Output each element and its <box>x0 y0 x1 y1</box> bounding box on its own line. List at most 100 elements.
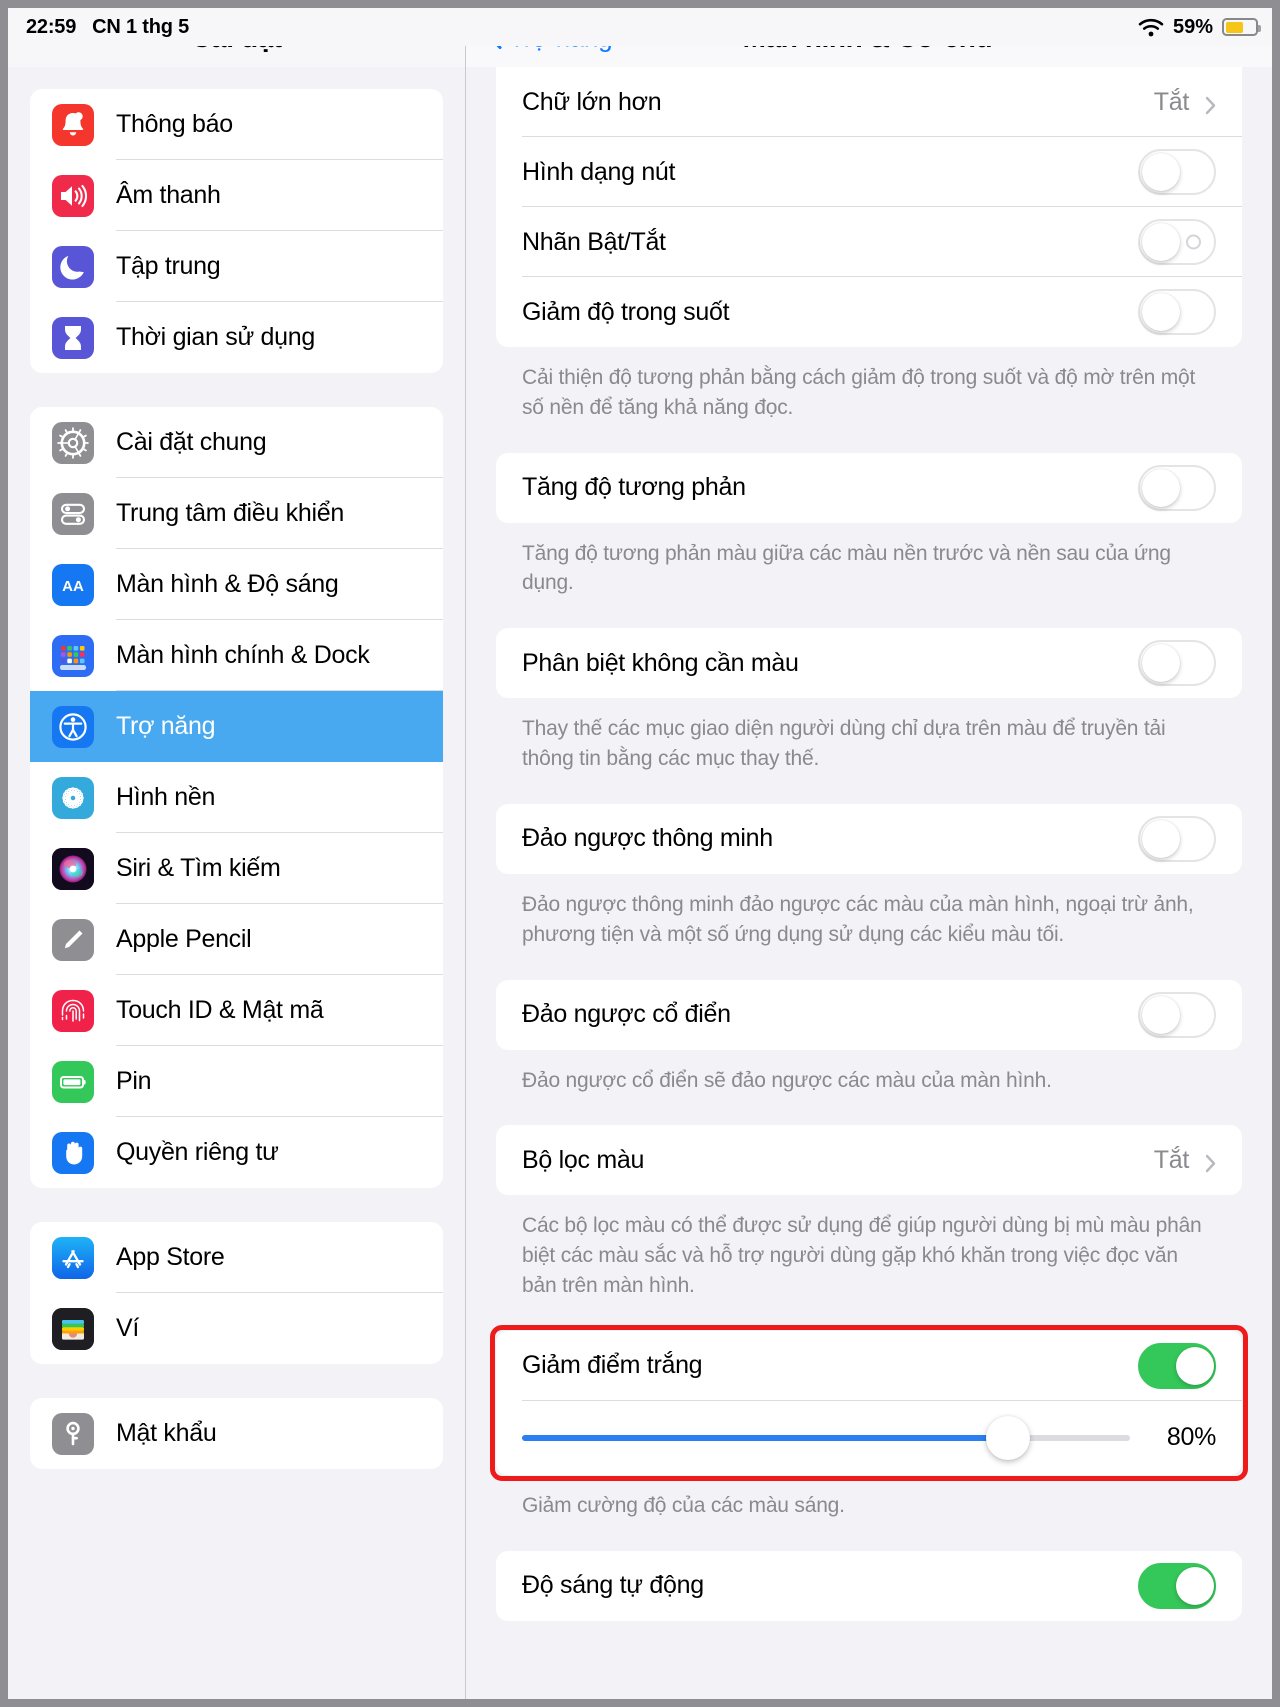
setting-row-increase-contrast[interactable]: Tăng độ tương phản <box>496 453 1242 523</box>
sidebar-item-label: Touch ID & Mật mã <box>116 996 324 1024</box>
toggle-reduce-transparency[interactable] <box>1138 289 1216 335</box>
sidebar-item-app-store[interactable]: App Store <box>30 1222 443 1293</box>
settings-group: Đảo ngược cổ điển <box>496 979 1242 1050</box>
setting-row-classic-invert[interactable]: Đảo ngược cổ điển <box>496 980 1242 1050</box>
white-point-value: 80% <box>1166 1423 1216 1452</box>
sidebar-item-label: Thời gian sử dụng <box>116 323 315 351</box>
setting-footnote: Cải thiện độ tương phản bằng cách giảm đ… <box>522 366 1196 419</box>
setting-value-text: Tắt <box>1153 87 1190 116</box>
setting-row-diff-without-color[interactable]: Phân biệt không cần màu <box>496 628 1242 698</box>
switch-knob <box>1142 995 1180 1034</box>
switch-knob <box>1142 468 1180 507</box>
setting-label: Đảo ngược thông minh <box>522 824 773 853</box>
sidebar-scroll-area[interactable]: Thông báo Âm thanh Tập trung Thời gian sử d… <box>8 67 465 1699</box>
setting-label: Hình dạng nút <box>522 157 676 186</box>
sidebar-group: Mật khẩu <box>30 1398 443 1469</box>
sidebar-item-trung-t-m-i-u-khi-n[interactable]: Trung tâm điều khiển <box>30 478 443 549</box>
sidebar-item-quy-n-ri-ng-t[interactable]: Quyền riêng tư <box>30 1117 443 1188</box>
status-date: CN 1 thg 5 <box>92 15 190 38</box>
switch-knob <box>1142 153 1180 191</box>
privacy-hand-icon <box>52 1131 94 1174</box>
sidebar-item-label: Ví <box>116 1314 140 1342</box>
sidebar-item-label: Trợ năng <box>116 712 216 740</box>
switch-knob <box>1176 1566 1214 1605</box>
setting-row-reduce-transparency[interactable]: Giảm độ trong suốt <box>496 277 1242 347</box>
sidebar-item-h-nh-n-n[interactable]: Hình nền <box>30 762 443 833</box>
sidebar-item-label: Trung tâm điều khiển <box>116 499 344 527</box>
setting-value: Tắt <box>1154 1146 1216 1175</box>
toggle-smart-invert[interactable] <box>1138 815 1216 862</box>
status-time: 22:59 <box>26 15 77 38</box>
sidebar-item-pin[interactable]: Pin <box>30 1046 443 1117</box>
focus-icon <box>52 245 94 288</box>
setting-row-reduce-white-point[interactable]: Giảm điểm trắng <box>496 1331 1242 1401</box>
setting-row-smart-invert[interactable]: Đảo ngược thông minh <box>496 804 1242 874</box>
sidebar-item-label: Tập trung <box>116 252 221 280</box>
sidebar-item-m-thanh[interactable]: Âm thanh <box>30 160 443 231</box>
apple-pencil-icon <box>52 918 94 961</box>
general-gear-icon <box>52 421 94 464</box>
battery-icon <box>1222 18 1261 36</box>
setting-row-larger-text[interactable]: Chữ lớn hơn Tắt <box>496 67 1242 137</box>
setting-footnote: Đảo ngược thông minh đảo ngược các màu c… <box>522 892 1194 946</box>
detail-pane: Trợ năng Màn hình & Cỡ chữ Chữ lớn hơnTắ… <box>466 8 1272 1699</box>
sidebar-item-label: Màn hình & Độ sáng <box>116 570 339 598</box>
toggle-diff-without-color[interactable] <box>1138 640 1216 687</box>
toggle-auto-brightness[interactable] <box>1138 1562 1216 1609</box>
setting-value: Tắt <box>1154 88 1216 117</box>
sidebar-item-c-i-t-chung[interactable]: Cài đặt chung <box>30 407 443 478</box>
sidebar-item-label: Thông báo <box>116 110 233 138</box>
setting-row-button-shapes[interactable]: Hình dạng nút <box>496 137 1242 207</box>
switch-knob <box>1176 1346 1214 1385</box>
sidebar-item-v[interactable]: Ví <box>30 1293 443 1364</box>
sidebar-item-label: Pin <box>116 1067 152 1095</box>
setting-footnote: Đảo ngược cổ điển sẽ đảo ngược các màu c… <box>522 1068 1052 1092</box>
switch-knob <box>1142 293 1180 331</box>
setting-footnote: Tăng độ tương phản màu giữa các màu nền … <box>522 541 1171 595</box>
ipad-settings-screen: Cài đặt Thông báoÂm thanhTập trungThời g… <box>0 0 1280 1707</box>
detail-scroll-area[interactable]: Chữ lớn hơn Tắt Hình dạng nút Nhãn Bật/Tắt G… <box>466 67 1272 1699</box>
white-point-slider[interactable] <box>522 1415 1130 1461</box>
setting-label: Giảm độ trong suốt <box>522 297 730 326</box>
control-center-icon <box>52 492 94 535</box>
toggle-classic-invert[interactable] <box>1138 991 1216 1038</box>
white-point-slider-row[interactable]: 80% <box>496 1401 1242 1475</box>
toggle-reduce-white-point[interactable] <box>1138 1342 1216 1389</box>
battery-percent: 59% <box>1172 15 1213 38</box>
sidebar-item-m-n-h-nh-ch-nh-dock[interactable]: Màn hình chính & Dock <box>30 620 443 691</box>
settings-sidebar: Cài đặt Thông báoÂm thanhTập trungThời g… <box>8 8 466 1699</box>
setting-footnote: Giảm cường độ của các màu sáng. <box>522 1493 845 1517</box>
toggle-increase-contrast[interactable] <box>1138 464 1216 511</box>
settings-group: Chữ lớn hơn Tắt Hình dạng nút Nhãn Bật/Tắt G… <box>496 67 1242 347</box>
sidebar-item-m-n-h-nh-s-ng[interactable]: AA Màn hình & Độ sáng <box>30 549 443 620</box>
sidebar-group: Thông báo Âm thanh Tập trung Thời gian sử d… <box>30 89 443 373</box>
screen-time-icon <box>52 316 94 359</box>
sidebar-item-label: Cài đặt chung <box>116 428 267 456</box>
wallet-icon <box>52 1307 94 1350</box>
sidebar-item-apple-pencil[interactable]: Apple Pencil <box>30 904 443 975</box>
sidebar-group: Cài đặt chung Trung tâm điều khiển AA Màn h… <box>30 407 443 1188</box>
setting-row-auto-brightness[interactable]: Độ sáng tự động <box>496 1551 1242 1621</box>
touch-id-icon <box>52 989 94 1032</box>
siri-icon <box>52 847 94 890</box>
setting-row-color-filters[interactable]: Bộ lọc màu Tắt <box>496 1125 1242 1195</box>
sidebar-item-th-i-gian-s-d-ng[interactable]: Thời gian sử dụng <box>30 302 443 373</box>
sidebar-item-m-t-kh-u[interactable]: Mật khẩu <box>30 1398 443 1469</box>
slider-thumb[interactable] <box>986 1415 1031 1460</box>
sidebar-item-label: Hình nền <box>116 783 216 811</box>
sidebar-group: App Store Ví <box>30 1222 443 1364</box>
sidebar-item-siri-t-m-ki-m[interactable]: Siri & Tìm kiếm <box>30 833 443 904</box>
sidebar-item-touch-id-m-t-m[interactable]: Touch ID & Mật mã <box>30 975 443 1046</box>
switch-knob <box>1142 223 1180 261</box>
setting-label: Giảm điểm trắng <box>522 1351 703 1380</box>
sidebar-item-label: Siri & Tìm kiếm <box>116 854 281 882</box>
setting-label: Đảo ngược cổ điển <box>522 1000 731 1028</box>
toggle-button-shapes[interactable] <box>1138 149 1216 195</box>
accessibility-icon <box>52 705 94 748</box>
sidebar-item-t-p-trung[interactable]: Tập trung <box>30 231 443 302</box>
setting-row-on-off-labels[interactable]: Nhãn Bật/Tắt <box>496 207 1242 277</box>
sidebar-item-tr-n-ng[interactable]: Trợ năng <box>30 691 443 762</box>
setting-label: Tăng độ tương phản <box>522 473 746 502</box>
sidebar-item-th-ng-b-o[interactable]: Thông báo <box>30 89 443 160</box>
toggle-on-off-labels[interactable] <box>1138 219 1216 265</box>
